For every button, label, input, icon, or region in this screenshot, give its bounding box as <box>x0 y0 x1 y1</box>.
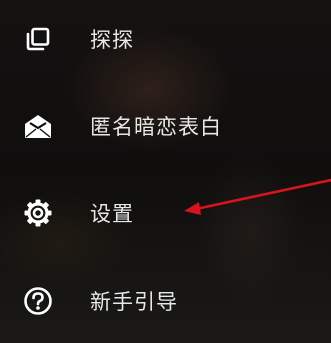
menu-item-label: 探探 <box>90 28 134 52</box>
menu-item-anonymous-confession[interactable]: 匿名暗恋表白 <box>0 96 331 156</box>
gallery-stack-icon <box>22 23 54 55</box>
side-menu: 探探 匿名暗恋表白 设置 新手引导 <box>0 0 331 343</box>
help-circle-icon <box>22 285 54 317</box>
menu-item-tantan[interactable]: 探探 <box>0 9 331 69</box>
menu-item-label: 设置 <box>90 202 134 226</box>
menu-item-label: 匿名暗恋表白 <box>90 115 222 139</box>
menu-item-beginner-guide[interactable]: 新手引导 <box>0 271 331 331</box>
menu-item-settings[interactable]: 设置 <box>0 183 331 243</box>
open-envelope-icon <box>22 110 54 142</box>
menu-item-label: 新手引导 <box>90 290 178 314</box>
gear-icon <box>22 197 54 229</box>
